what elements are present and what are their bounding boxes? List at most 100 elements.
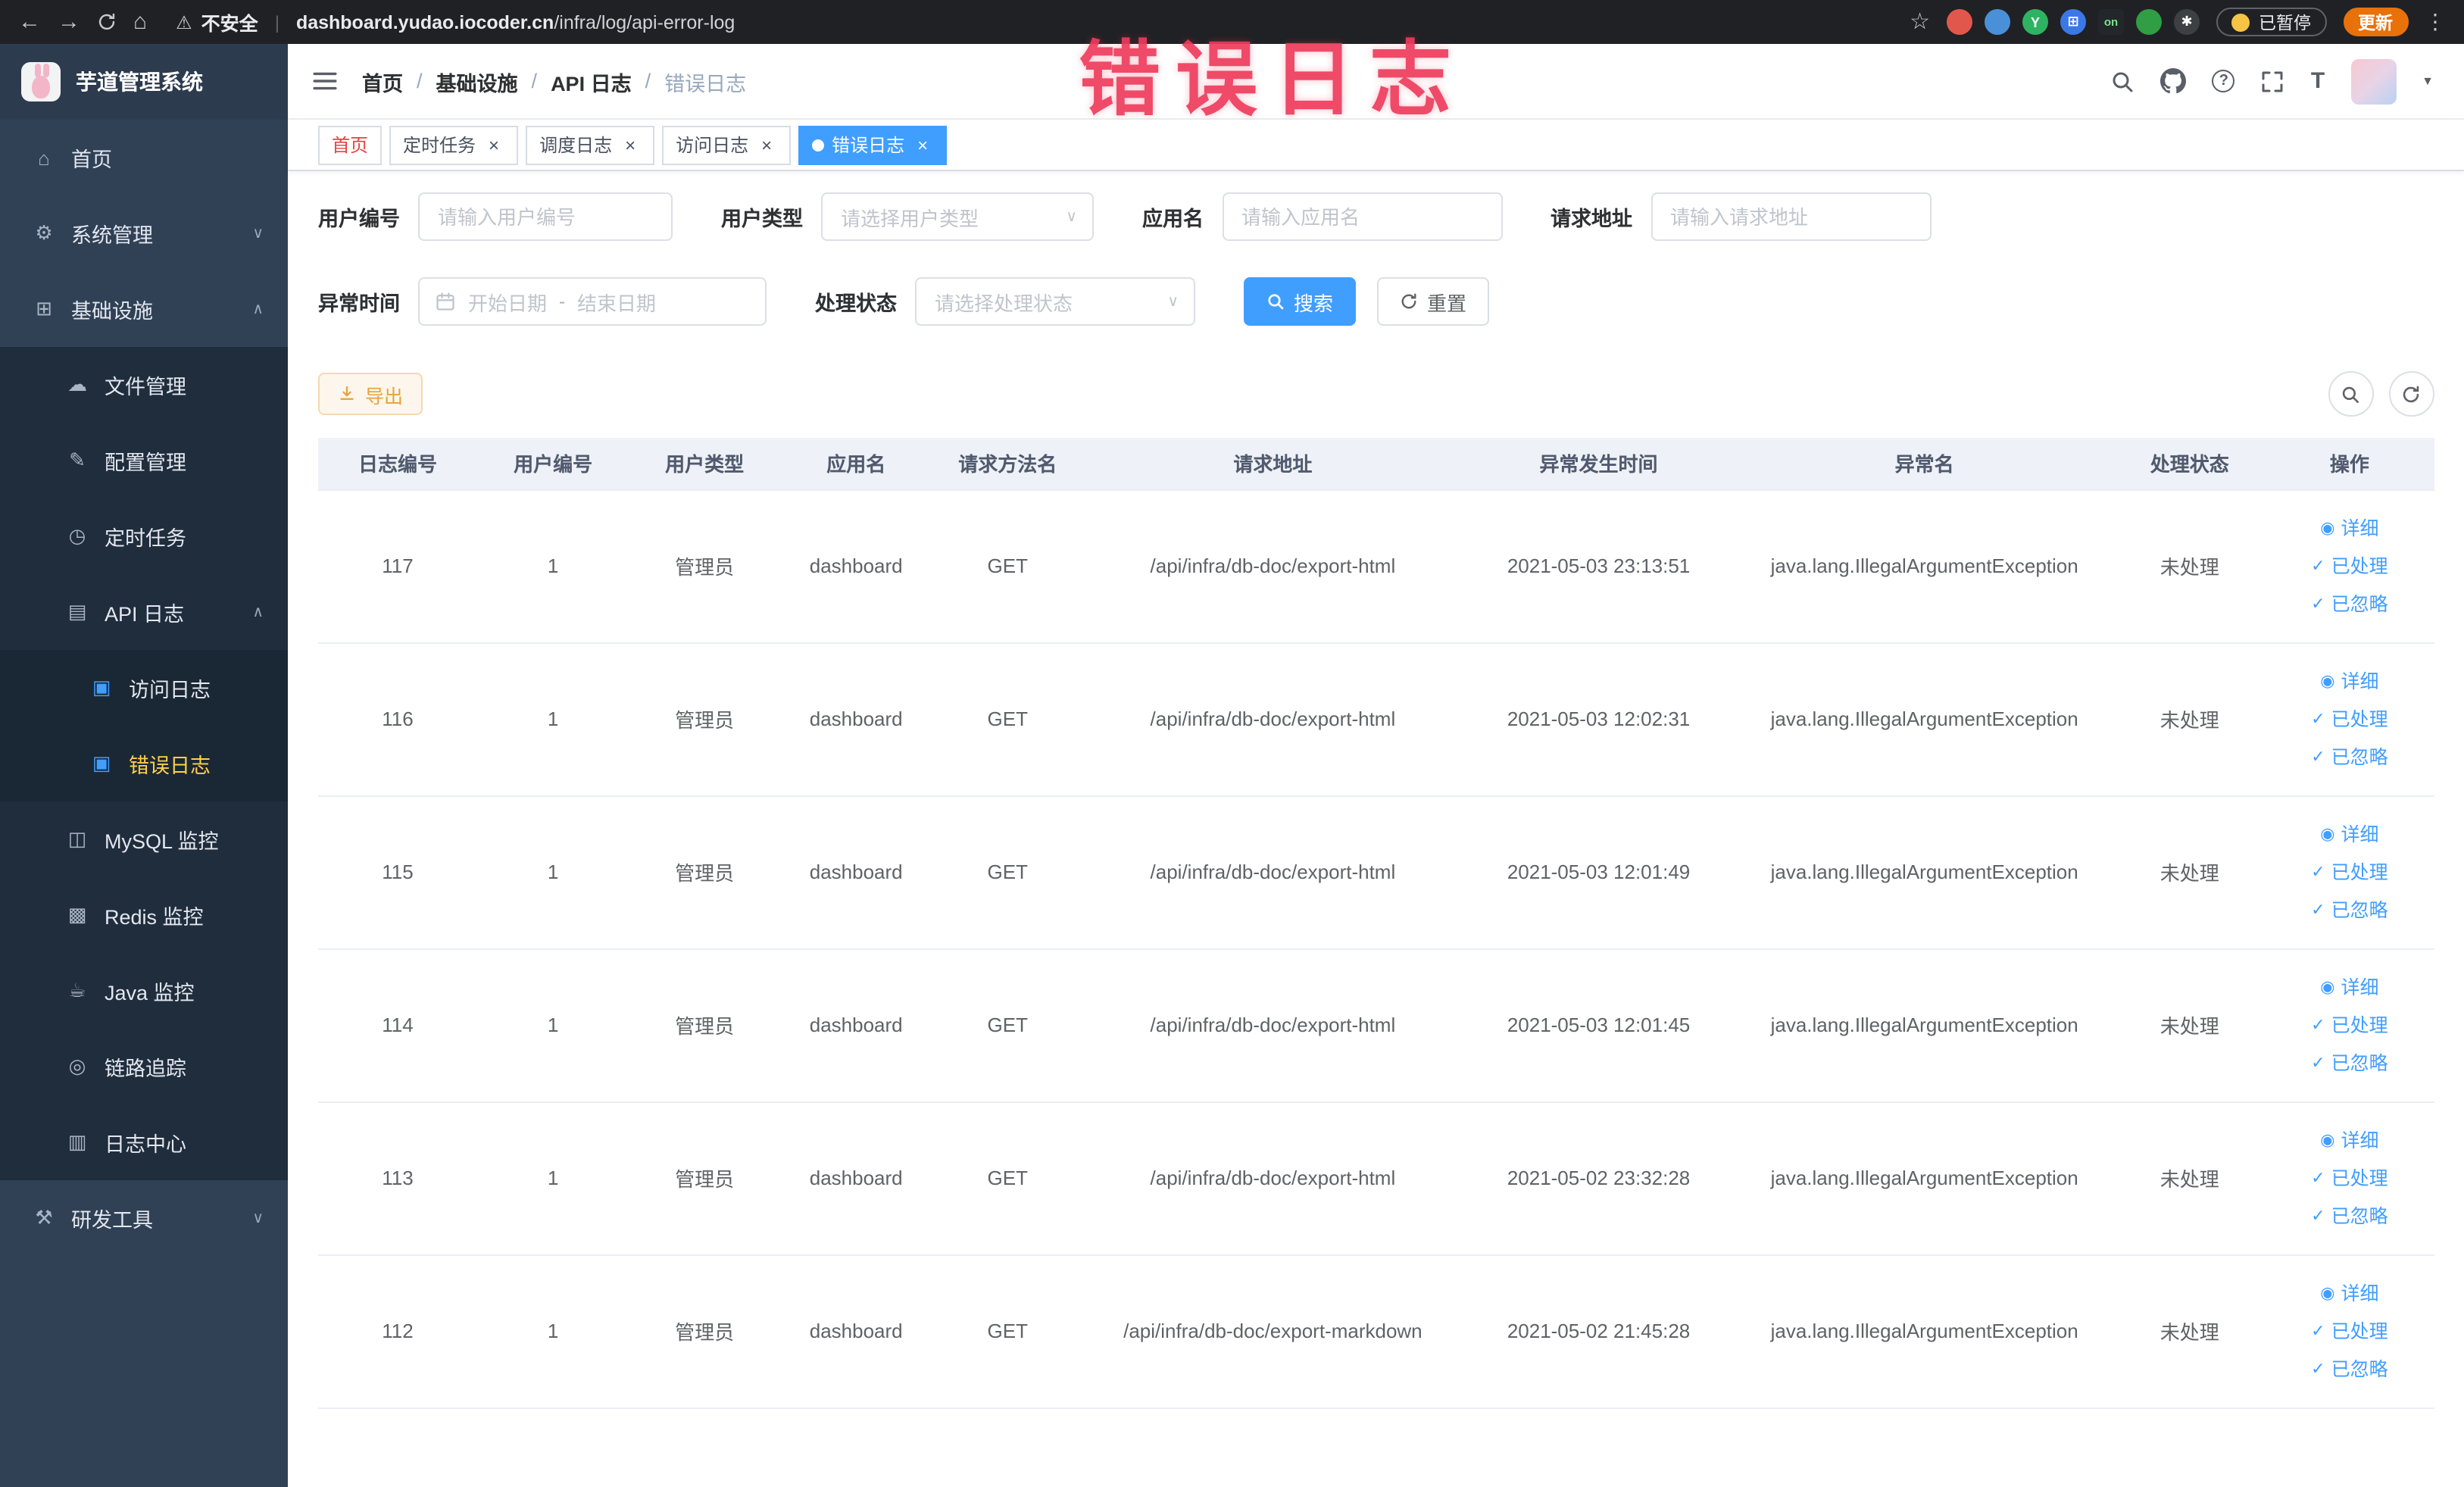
- sidebar-item-log-center[interactable]: ▥ 日志中心: [0, 1104, 288, 1180]
- java-monitor-icon: ☕: [68, 979, 86, 1001]
- action-processed[interactable]: ✓ 已处理: [2311, 1008, 2387, 1042]
- action-detail[interactable]: ◉ 详细: [2320, 970, 2378, 1004]
- check-icon: ✓: [2311, 595, 2325, 613]
- tab-close-icon[interactable]: ×: [756, 134, 777, 155]
- action-label: 详细: [2341, 670, 2379, 692]
- tab-cron-job[interactable]: 定时任务 ×: [389, 125, 519, 164]
- reload-icon[interactable]: [97, 12, 117, 32]
- tags-view: 首页 定时任务 × 调度日志 × 访问日志 × 错误日志 ×: [288, 120, 2464, 171]
- action-processed[interactable]: ✓ 已处理: [2311, 1161, 2387, 1195]
- check-icon: ✓: [2311, 1322, 2325, 1340]
- sidebar-item-label: 定时任务: [105, 527, 186, 550]
- tab-job-log[interactable]: 调度日志 ×: [526, 125, 655, 164]
- extension-red-ball-icon[interactable]: [1947, 9, 1972, 35]
- action-ignored[interactable]: ✓ 已忽略: [2311, 893, 2387, 926]
- sidebar-item-file-mgmt[interactable]: ☁ 文件管理: [0, 347, 288, 423]
- action-processed[interactable]: ✓ 已处理: [2311, 549, 2387, 583]
- action-label: 已处理: [2331, 555, 2388, 576]
- sidebar-item-access-log[interactable]: ▣ 访问日志: [0, 650, 288, 726]
- avatar[interactable]: [2350, 58, 2397, 104]
- filter-row-2: 异常时间 开始日期 - 结束日期 处理状态 请选择处理状态 ∨ 搜索 重置: [318, 277, 2434, 326]
- home-button-icon[interactable]: ⌂: [133, 11, 147, 33]
- breadcrumb-item[interactable]: API 日志: [551, 66, 632, 96]
- back-icon[interactable]: ←: [18, 11, 41, 33]
- action-detail[interactable]: ◉ 详细: [2320, 817, 2378, 851]
- action-ignored[interactable]: ✓ 已忽略: [2311, 587, 2387, 620]
- hamburger-icon[interactable]: [312, 68, 338, 94]
- user-type-select[interactable]: 请选择用户类型 ∨: [821, 192, 1094, 241]
- action-detail[interactable]: ◉ 详细: [2320, 511, 2378, 545]
- table-cell: GET: [932, 1254, 1084, 1408]
- extension-on-badge-icon[interactable]: on: [2098, 9, 2124, 35]
- toggle-search-button[interactable]: [2328, 371, 2373, 417]
- sidebar-item-label: 基础设施: [71, 300, 153, 323]
- app-logo[interactable]: 芋道管理系统: [0, 44, 288, 120]
- tab-home[interactable]: 首页: [318, 125, 383, 164]
- forward-icon[interactable]: →: [58, 11, 80, 33]
- breadcrumb-item[interactable]: 基础设施: [436, 66, 518, 96]
- extension-blue-drop-icon[interactable]: [1985, 9, 2010, 35]
- search-button[interactable]: 搜索: [1244, 277, 1357, 326]
- action-label: 详细: [2341, 1129, 2379, 1151]
- action-processed[interactable]: ✓ 已处理: [2311, 702, 2387, 736]
- table-cell: java.lang.IllegalArgumentException: [1735, 1101, 2114, 1255]
- action-processed[interactable]: ✓ 已处理: [2311, 855, 2387, 889]
- action-detail[interactable]: ◉ 详细: [2320, 1276, 2378, 1310]
- bookmark-star-icon[interactable]: ☆: [1910, 11, 1930, 33]
- refresh-table-button[interactable]: [2388, 371, 2434, 417]
- action-label: 详细: [2341, 1282, 2379, 1304]
- site-security[interactable]: ⚠ 不安全: [176, 8, 258, 36]
- github-icon[interactable]: [2160, 68, 2187, 94]
- tab-close-icon[interactable]: ×: [483, 134, 504, 155]
- end-date-placeholder: 结束日期: [577, 292, 657, 314]
- action-detail[interactable]: ◉ 详细: [2320, 1123, 2378, 1157]
- search-icon[interactable]: [2111, 69, 2135, 93]
- avatar-caret-icon[interactable]: ▼: [2422, 74, 2434, 88]
- address-bar[interactable]: dashboard.yudao.iocoder.cn/infra/log/api…: [296, 11, 735, 33]
- update-chip[interactable]: 更新: [2343, 8, 2408, 36]
- extension-dark-paw-icon[interactable]: ✱: [2174, 9, 2200, 35]
- export-button[interactable]: 导出: [318, 373, 423, 415]
- sidebar-item-dev-tools[interactable]: ⚒ 研发工具 ∨: [0, 1180, 288, 1256]
- sidebar-item-mysql-monitor[interactable]: ◫ MySQL 监控: [0, 801, 288, 877]
- tab-close-icon[interactable]: ×: [912, 134, 933, 155]
- sidebar-item-home[interactable]: ⌂ 首页: [0, 120, 288, 195]
- table-cell: java.lang.IllegalArgumentException: [1735, 948, 2114, 1102]
- table-cell: 116: [318, 642, 478, 796]
- sidebar-item-redis-monitor[interactable]: ▩ Redis 监控: [0, 877, 288, 953]
- sidebar-item-api-log[interactable]: ▤ API 日志 ∧: [0, 574, 288, 650]
- sidebar-item-error-log[interactable]: ▣ 错误日志: [0, 726, 288, 801]
- extension-blue-grid-icon[interactable]: ⊞: [2060, 9, 2086, 35]
- tab-access-log[interactable]: 访问日志 ×: [662, 125, 792, 164]
- tab-close-icon[interactable]: ×: [620, 134, 641, 155]
- chevron-up-icon: ∧: [252, 604, 264, 620]
- extension-green-y-icon[interactable]: Y: [2022, 9, 2048, 35]
- action-ignored[interactable]: ✓ 已忽略: [2311, 1199, 2387, 1232]
- sidebar-item-cron-job[interactable]: ◷ 定时任务: [0, 498, 288, 574]
- action-ignored[interactable]: ✓ 已忽略: [2311, 1046, 2387, 1079]
- fullscreen-icon[interactable]: [2261, 69, 2285, 93]
- sidebar-item-trace[interactable]: ◎ 链路追踪: [0, 1029, 288, 1104]
- app-name-input[interactable]: [1222, 192, 1502, 241]
- browser-menu-icon[interactable]: ⋮: [2425, 9, 2446, 35]
- action-ignored[interactable]: ✓ 已忽略: [2311, 740, 2387, 773]
- sidebar-item-infrastructure[interactable]: ⊞ 基础设施 ∧: [0, 271, 288, 347]
- action-processed[interactable]: ✓ 已处理: [2311, 1314, 2387, 1348]
- paused-chip[interactable]: 已暂停: [2216, 8, 2326, 36]
- tab-error-log[interactable]: 错误日志 ×: [798, 125, 948, 164]
- sidebar-item-config-mgmt[interactable]: ✎ 配置管理: [0, 423, 288, 498]
- sidebar-item-java-monitor[interactable]: ☕ Java 监控: [0, 953, 288, 1029]
- reset-button[interactable]: 重置: [1377, 277, 1490, 326]
- process-status-select[interactable]: 请选择处理状态 ∨: [915, 277, 1195, 326]
- action-ignored[interactable]: ✓ 已忽略: [2311, 1352, 2387, 1385]
- font-size-icon[interactable]: T: [2311, 68, 2325, 94]
- user-id-input[interactable]: [418, 192, 673, 241]
- table-row: 113 1 管理员 dashboard GET/api/infra/db-doc/exp…: [318, 1101, 2434, 1255]
- help-icon[interactable]: ?: [2212, 70, 2235, 92]
- request-url-input[interactable]: [1650, 192, 1931, 241]
- breadcrumb-item[interactable]: 首页: [362, 66, 403, 96]
- action-detail[interactable]: ◉ 详细: [2320, 664, 2378, 698]
- extension-green-tree-icon[interactable]: [2136, 9, 2162, 35]
- exception-time-range-picker[interactable]: 开始日期 - 结束日期: [418, 277, 767, 326]
- sidebar-item-system-mgmt[interactable]: ⚙ 系统管理 ∨: [0, 195, 288, 271]
